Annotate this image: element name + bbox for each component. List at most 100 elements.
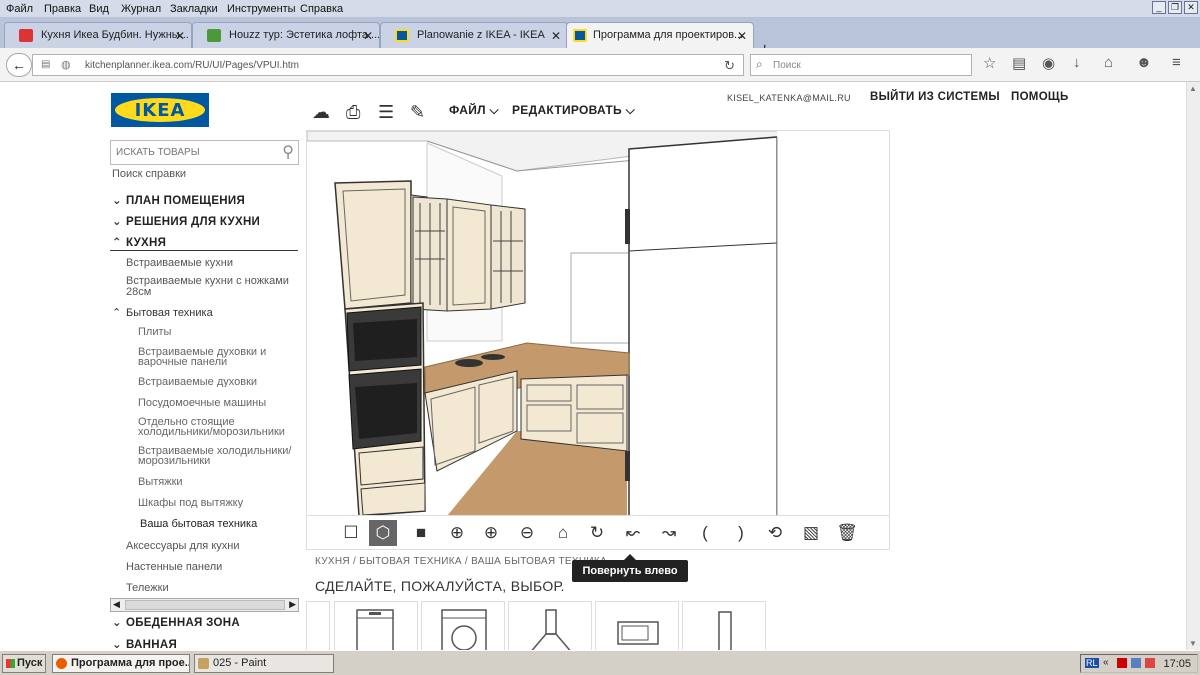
sidebar-item-dining[interactable]: ⌄ ОБЕДЕННАЯ ЗОНА	[112, 615, 240, 629]
product-card-microwave[interactable]	[595, 601, 679, 651]
scroll-right-icon[interactable]: ▶	[289, 599, 296, 610]
rotate-object-icon[interactable]: ⟲	[761, 520, 789, 546]
page-scrollbar[interactable]: ▲ ▼	[1186, 82, 1200, 650]
zoom-area-icon[interactable]: ⊕	[443, 520, 471, 546]
logout-link[interactable]: ВЫЙТИ ИЗ СИСТЕМЫ	[870, 91, 1000, 103]
menu-file[interactable]: Файл	[6, 3, 33, 15]
clock[interactable]: 17:05	[1163, 658, 1191, 670]
start-button[interactable]: Пуск	[2, 654, 46, 673]
tilt-up-icon[interactable]: (	[691, 520, 719, 546]
help-link[interactable]: ПОМОЩЬ	[1011, 91, 1069, 103]
sidebar-item-built-in-fridges[interactable]: Встраиваемые холодильники/морозильники	[138, 446, 303, 466]
sidebar-item-dishwashers[interactable]: Посудомоечные машины	[138, 398, 303, 408]
close-tab-icon[interactable]: ✕	[175, 29, 185, 43]
back-button[interactable]: ←	[6, 53, 32, 77]
product-card-hood[interactable]	[508, 601, 592, 651]
product-card-washer[interactable]	[421, 601, 505, 651]
sidebar-item-your-appliances[interactable]: Ваша бытовая техника	[140, 519, 305, 529]
sidebar-item-stoves[interactable]: Плиты	[138, 327, 303, 337]
pdf-icon[interactable]	[1117, 658, 1127, 668]
close-window-button[interactable]: ✕	[1184, 1, 1198, 14]
url-bar[interactable]: ▤ ◍ kitchenplanner.ikea.com/RU/UI/Pages/…	[32, 54, 744, 76]
tilt-down-icon[interactable]: )	[727, 520, 755, 546]
sidebar-item-wall-panels[interactable]: Настенные панели	[126, 561, 222, 573]
tab-houzz[interactable]: Houzz тур: Эстетика лофта ... ✕	[192, 22, 380, 48]
list-icon[interactable]: ☰	[378, 102, 394, 123]
product-search-input[interactable]: ⚲	[110, 140, 299, 165]
close-tab-icon[interactable]: ✕	[737, 29, 747, 43]
edit-menu[interactable]: РЕДАКТИРОВАТЬ ⌵	[512, 103, 635, 118]
sidebar-item-appliances[interactable]: ⌃ Бытовая техника	[112, 306, 213, 319]
kitchen-3d-view[interactable]	[306, 130, 890, 516]
home-view-icon[interactable]: ⌂	[549, 520, 577, 546]
scroll-left-icon[interactable]: ◀	[113, 599, 120, 610]
rotate-right-arc-icon[interactable]: ↝	[655, 520, 683, 546]
3d-view-button[interactable]: ⬡	[369, 520, 397, 546]
language-indicator[interactable]: RL	[1085, 658, 1099, 668]
download-icon[interactable]: ↓	[1073, 54, 1081, 71]
zoom-out-icon[interactable]: ⊖	[513, 520, 541, 546]
minimize-button[interactable]: _	[1152, 1, 1166, 14]
cloud-upload-icon[interactable]: ☁	[312, 102, 330, 123]
task-paint[interactable]: 025 - Paint	[194, 654, 334, 673]
sidebar-item-freestanding-fridges[interactable]: Отдельно стоящие холодильники/морозильни…	[138, 417, 303, 437]
sidebar-item-ovens[interactable]: Встраиваемые духовки	[138, 377, 303, 387]
sidebar-item-bathroom[interactable]: ⌄ ВАННАЯ	[112, 637, 177, 651]
scroll-thumb[interactable]	[125, 600, 285, 610]
sidebar-item-ovens-hobs[interactable]: Встраиваемые духовки и варочные панели	[138, 347, 303, 367]
sidebar-item-kitchens-legs[interactable]: Встраиваемые кухни с ножками 28см	[126, 276, 296, 298]
product-card-dishwasher[interactable]	[334, 601, 418, 651]
zoom-in-icon[interactable]: ⊕	[477, 520, 505, 546]
rotate-left-icon[interactable]: ↜	[619, 520, 647, 546]
walls-icon[interactable]: ▧	[797, 520, 825, 546]
file-menu[interactable]: ФАЙЛ ⌵	[449, 103, 499, 118]
print-icon[interactable]: ⎙	[346, 102, 360, 123]
product-card[interactable]	[306, 601, 330, 651]
sidebar-hscrollbar[interactable]: ◀ ▶	[110, 598, 299, 612]
bookmark-star-icon[interactable]: ☆	[983, 54, 996, 72]
menu-tools[interactable]: Инструменты	[227, 3, 296, 15]
pocket-icon[interactable]: ◉	[1042, 54, 1055, 72]
task-firefox[interactable]: Программа для прое...	[52, 654, 190, 673]
maximize-button[interactable]: ❐	[1168, 1, 1182, 14]
close-tab-icon[interactable]: ✕	[363, 29, 373, 43]
sidebar-item-room-plan[interactable]: ⌄ ПЛАН ПОМЕЩЕНИЯ	[112, 193, 245, 207]
tab-planowanie[interactable]: Planowanie z IKEA - IKEA ✕	[380, 22, 568, 48]
close-tab-icon[interactable]: ✕	[551, 29, 561, 43]
sidebar-item-kitchen[interactable]: ⌃ КУХНЯ	[112, 235, 166, 249]
scroll-down-icon[interactable]: ▼	[1189, 639, 1197, 648]
browser-search-input[interactable]: ⌕ Поиск	[750, 54, 972, 76]
chat-icon[interactable]: ☻	[1136, 54, 1152, 71]
sidebar-item-kitchen-solutions[interactable]: ⌄ РЕШЕНИЯ ДЛЯ КУХНИ	[112, 214, 260, 228]
trash-icon[interactable]: 🗑	[833, 520, 861, 546]
hamburger-menu-icon[interactable]: ≡	[1172, 54, 1181, 71]
reload-icon[interactable]: ↻	[724, 58, 735, 74]
product-search-field[interactable]	[111, 141, 271, 164]
product-card-fridge[interactable]	[682, 601, 766, 651]
scroll-up-icon[interactable]: ▲	[1189, 84, 1197, 93]
ikea-logo[interactable]: IKEA	[111, 93, 209, 127]
shield-icon[interactable]	[1145, 658, 1155, 668]
2d-view-button[interactable]: ☐	[337, 520, 365, 546]
sidebar-item-hood-cabinets[interactable]: Шкафы под вытяжку	[138, 498, 303, 508]
sidebar-item-trolleys[interactable]: Тележки	[126, 582, 169, 594]
menu-help[interactable]: Справка	[300, 3, 343, 15]
network-icon[interactable]	[1131, 658, 1141, 668]
search-icon[interactable]: ⚲	[282, 142, 294, 162]
pencil-icon[interactable]: ✎	[410, 102, 425, 123]
reading-list-icon[interactable]: ▤	[1012, 54, 1026, 72]
sidebar-item-accessories[interactable]: Аксессуары для кухни	[126, 540, 239, 552]
sidebar-item-built-in-kitchens[interactable]: Встраиваемые кухни	[126, 257, 233, 269]
expand-tray-icon[interactable]: «	[1103, 657, 1109, 668]
cube-view-button[interactable]: ■	[407, 520, 435, 546]
rotate-right-icon[interactable]: ↻	[583, 520, 611, 546]
tab-kuhnya[interactable]: Кухня Икеа Будбин. Нужны... ✕	[4, 22, 192, 48]
help-search-link[interactable]: Поиск справки	[112, 168, 186, 180]
menu-bookmarks[interactable]: Закладки	[170, 3, 218, 15]
menu-view[interactable]: Вид	[89, 3, 109, 15]
tab-kitchen-planner[interactable]: Программа для проектиров... ✕	[566, 22, 754, 48]
menu-history[interactable]: Журнал	[121, 3, 161, 15]
breadcrumb[interactable]: КУХНЯ / БЫТОВАЯ ТЕХНИКА / ВАША БЫТОВАЯ Т…	[315, 556, 607, 567]
home-icon[interactable]: ⌂	[1104, 54, 1113, 71]
sidebar-item-hoods[interactable]: Вытяжки	[138, 477, 303, 487]
